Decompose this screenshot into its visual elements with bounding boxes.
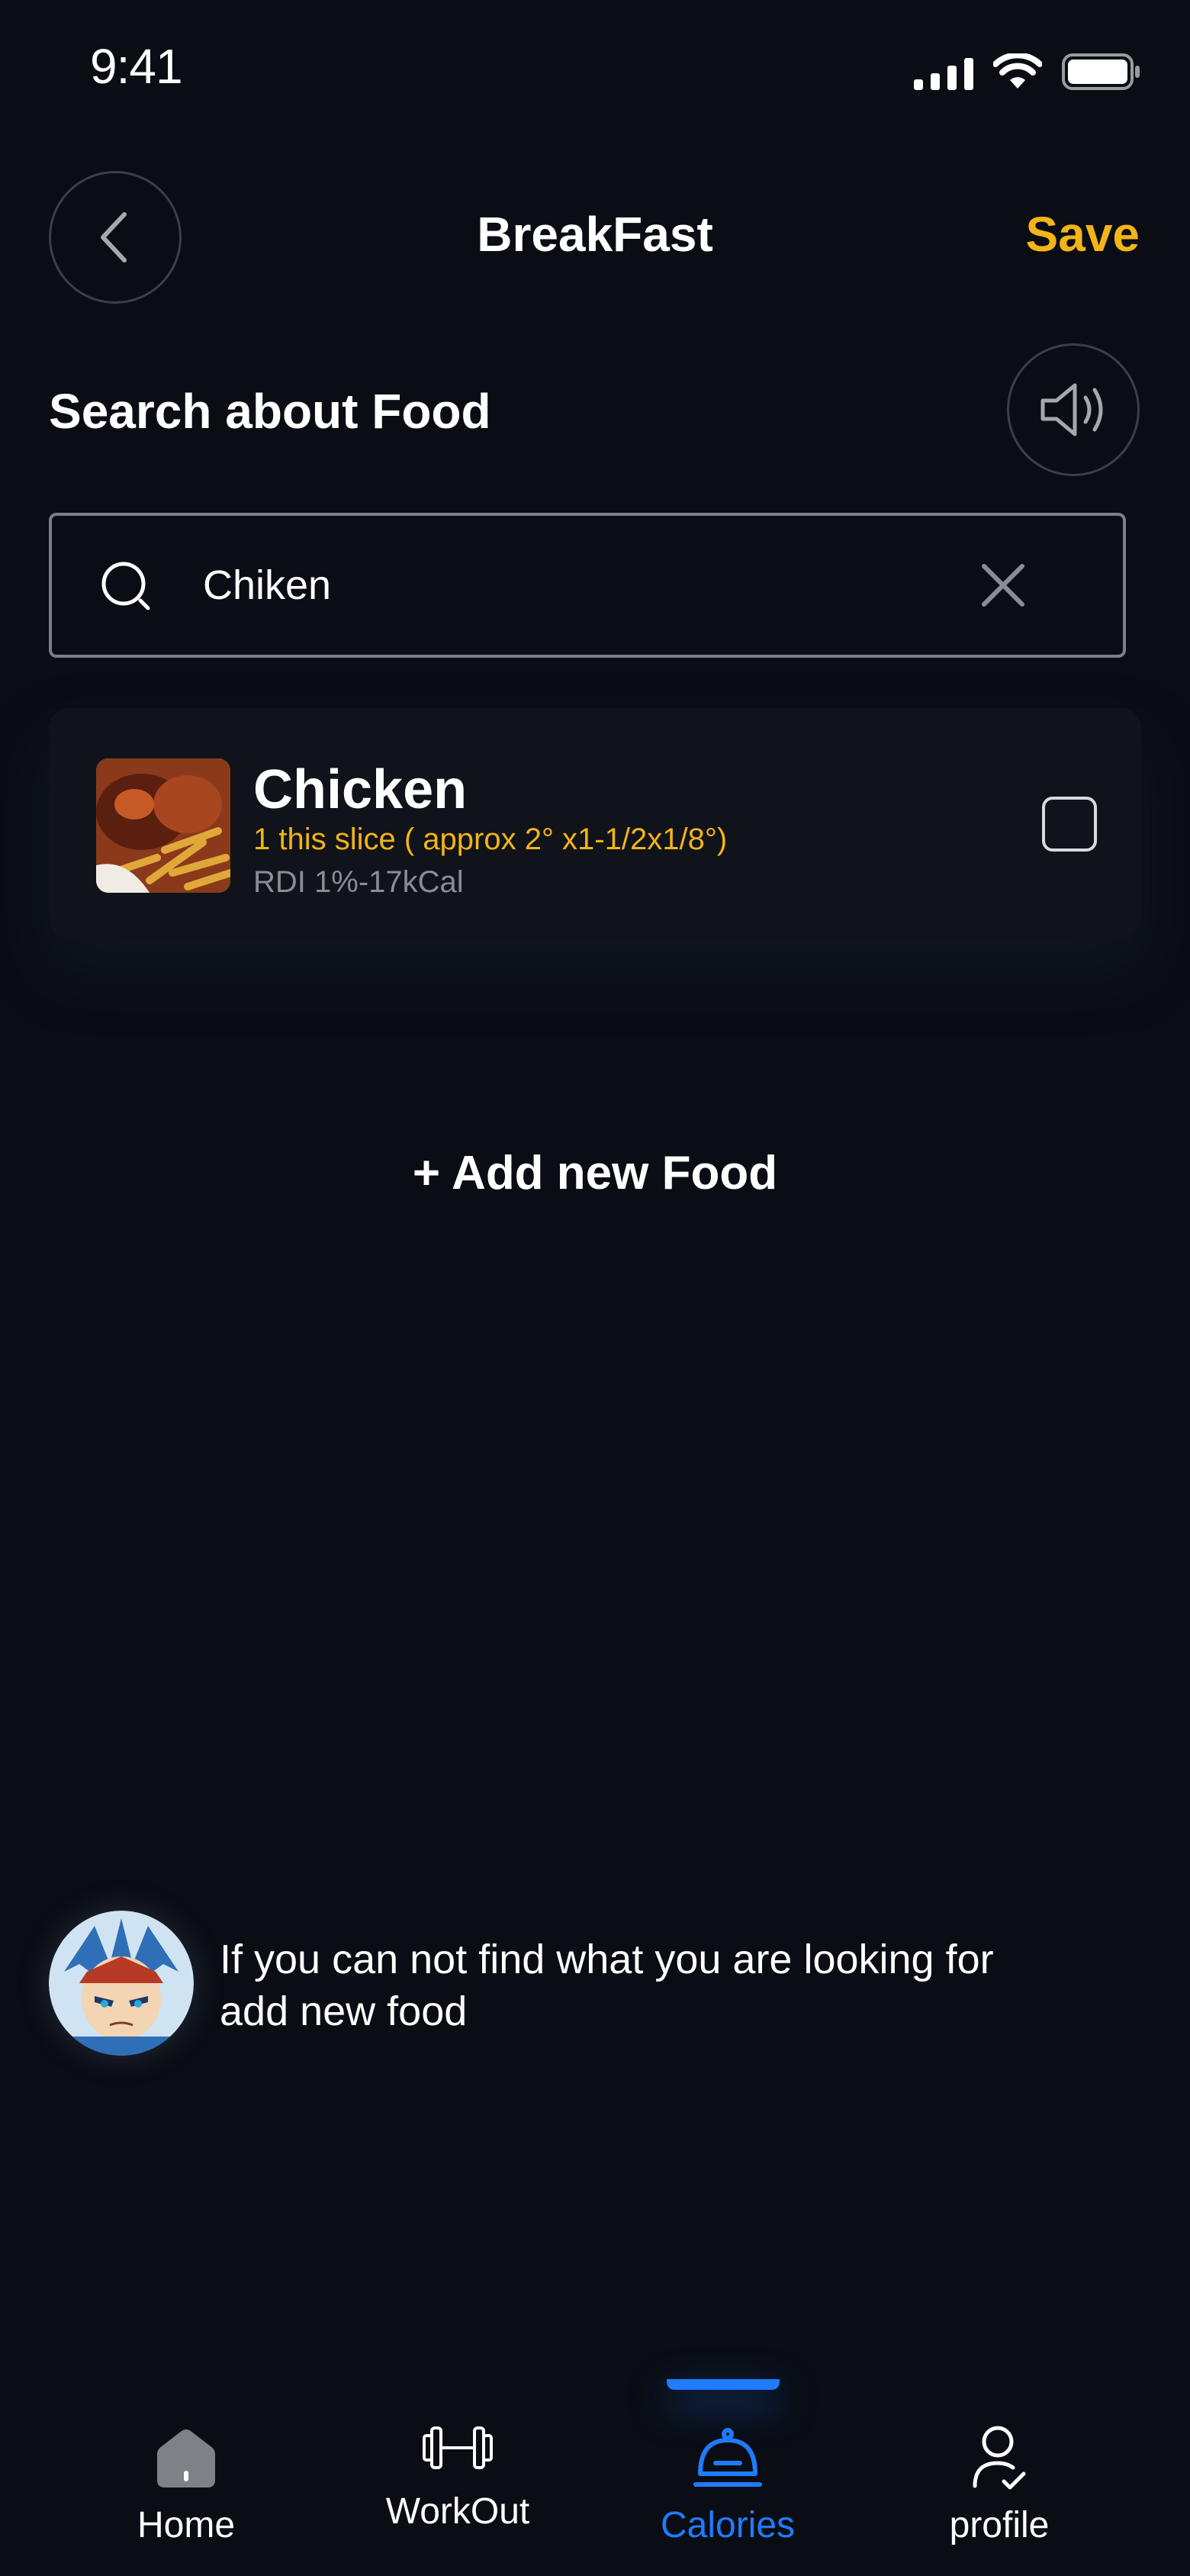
tab-calories[interactable]: Calories xyxy=(613,2381,842,2576)
tab-label-home: Home xyxy=(137,2505,236,2545)
status-icons xyxy=(914,47,1141,90)
tab-bar: Home WorkOut Calories profile xyxy=(0,2381,1190,2576)
status-time: 9:41 xyxy=(90,39,183,94)
add-new-food-button[interactable]: + Add new Food xyxy=(0,1146,1190,1200)
battery-icon xyxy=(1062,53,1140,90)
tab-label-calories: Calories xyxy=(660,2505,796,2545)
food-name: Chicken xyxy=(253,759,468,820)
active-tab-indicator xyxy=(667,2379,780,2390)
food-image xyxy=(96,758,230,893)
page-title: BreakFast xyxy=(477,207,713,262)
hint-text: If you can not find what you are looking… xyxy=(220,1937,994,2034)
close-icon[interactable] xyxy=(976,559,1030,612)
user-check-icon xyxy=(973,2426,1026,2490)
cloche-icon xyxy=(693,2428,762,2487)
tab-home[interactable]: Home xyxy=(72,2381,301,2576)
voice-search-button[interactable] xyxy=(1007,343,1140,476)
save-button[interactable]: Save xyxy=(1026,206,1140,262)
tab-label-profile: profile xyxy=(949,2505,1050,2545)
home-icon xyxy=(157,2429,215,2487)
search-input[interactable] xyxy=(201,546,967,624)
dumbbell-icon xyxy=(423,2426,493,2469)
food-result-card[interactable]: Chicken 1 this slice ( approx 2° x1-1/2x… xyxy=(49,708,1141,939)
food-select-checkbox[interactable] xyxy=(1042,797,1097,852)
cellular-signal-icon xyxy=(914,58,973,90)
food-portion: 1 this slice ( approx 2° x1-1/2x1/8°) xyxy=(253,823,728,856)
wifi-icon xyxy=(993,53,1042,89)
tab-workout[interactable]: WorkOut xyxy=(343,2381,572,2576)
food-rdi: RDI 1%-17kCal xyxy=(253,865,464,899)
tab-label-workout: WorkOut xyxy=(385,2491,530,2532)
search-box[interactable] xyxy=(49,513,1126,658)
avatar xyxy=(49,1911,194,2056)
search-icon xyxy=(101,562,150,610)
speaker-icon xyxy=(1040,383,1103,436)
section-title: Search about Food xyxy=(49,384,491,439)
tab-profile[interactable]: profile xyxy=(885,2381,1114,2576)
